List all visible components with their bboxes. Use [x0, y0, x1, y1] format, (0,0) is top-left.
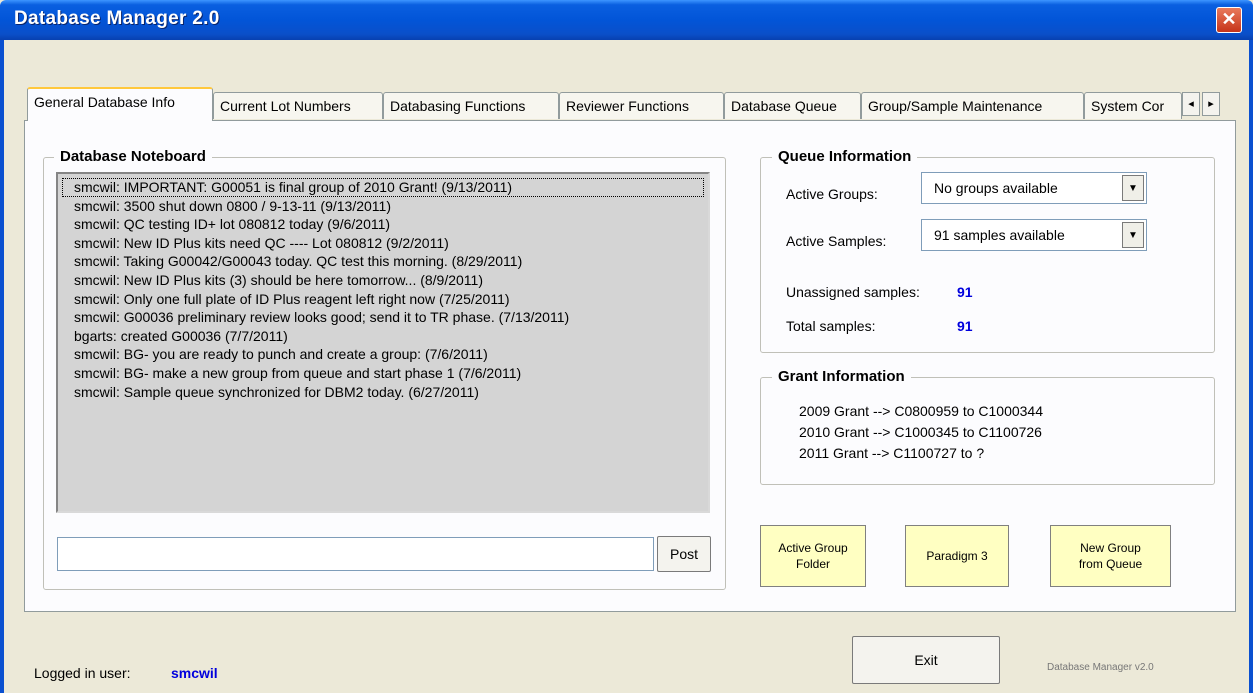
list-item[interactable]: smcwil: BG- you are ready to punch and c…	[58, 345, 708, 364]
list-item[interactable]: smcwil: New ID Plus kits (3) should be h…	[58, 271, 708, 290]
noteboard-list[interactable]: smcwil: IMPORTANT: G00051 is final group…	[56, 172, 710, 513]
list-item[interactable]: smcwil: G00036 preliminary review looks …	[58, 308, 708, 327]
exit-button[interactable]: Exit	[852, 636, 1000, 684]
close-icon[interactable]: ✕	[1216, 7, 1242, 33]
tab-databasing-functions[interactable]: Databasing Functions	[383, 92, 559, 119]
tab-current-lot-numbers[interactable]: Current Lot Numbers	[213, 92, 383, 119]
unassigned-samples-value: 91	[957, 284, 973, 300]
tab-group-sample-maintenance[interactable]: Group/Sample Maintenance	[861, 92, 1084, 119]
grant-line: 2010 Grant --> C1000345 to C1100726	[799, 424, 1042, 440]
window-border-left	[0, 40, 4, 693]
tab-system-config[interactable]: System Cor	[1084, 92, 1182, 119]
post-button[interactable]: Post	[657, 536, 711, 572]
active-group-folder-button[interactable]: Active Group Folder	[760, 525, 866, 587]
tab-database-queue[interactable]: Database Queue	[724, 92, 861, 119]
window-border-right	[1249, 40, 1253, 693]
active-samples-select[interactable]: 91 samples available ▼	[921, 219, 1147, 251]
list-item[interactable]: smcwil: IMPORTANT: G00051 is final group…	[62, 178, 704, 197]
active-samples-label: Active Samples:	[786, 233, 887, 249]
grant-line: 2011 Grant --> C1100727 to ?	[799, 445, 985, 461]
logged-in-label: Logged in user:	[34, 665, 131, 681]
new-group-from-queue-button[interactable]: New Group from Queue	[1050, 525, 1171, 587]
grant-line: 2009 Grant --> C0800959 to C1000344	[799, 403, 1044, 419]
tab-reviewer-functions[interactable]: Reviewer Functions	[559, 92, 724, 119]
noteboard-title: Database Noteboard	[54, 148, 212, 165]
chevron-down-icon[interactable]: ▼	[1122, 222, 1144, 248]
list-item[interactable]: bgarts: created G00036 (7/7/2011)	[58, 327, 708, 346]
grant-info-title: Grant Information	[772, 368, 911, 385]
list-item[interactable]: smcwil: Taking G00042/G00043 today. QC t…	[58, 252, 708, 271]
list-item[interactable]: smcwil: Sample queue synchronized for DB…	[58, 383, 708, 402]
list-item[interactable]: smcwil: 3500 shut down 0800 / 9-13-11 (9…	[58, 197, 708, 216]
paradigm3-button[interactable]: Paradigm 3	[905, 525, 1009, 587]
tab-scroll-left-icon[interactable]: ◂	[1182, 92, 1200, 116]
active-groups-label: Active Groups:	[786, 186, 878, 202]
active-groups-select[interactable]: No groups available ▼	[921, 172, 1147, 204]
chevron-down-icon[interactable]: ▼	[1122, 175, 1144, 201]
note-input[interactable]	[57, 537, 654, 571]
tab-general-database-info[interactable]: General Database Info	[27, 87, 213, 121]
window-title: Database Manager 2.0	[14, 8, 220, 29]
tab-scroll-right-icon[interactable]: ▸	[1202, 92, 1220, 116]
list-item[interactable]: smcwil: BG- make a new group from queue …	[58, 364, 708, 383]
total-samples-label: Total samples:	[786, 318, 876, 334]
unassigned-samples-label: Unassigned samples:	[786, 284, 920, 300]
list-item[interactable]: smcwil: New ID Plus kits need QC ---- Lo…	[58, 234, 708, 253]
active-groups-value: No groups available	[934, 180, 1058, 196]
queue-info-title: Queue Information	[772, 148, 918, 165]
logged-in-user: smcwil	[171, 665, 218, 681]
total-samples-value: 91	[957, 318, 973, 334]
list-item[interactable]: smcwil: QC testing ID+ lot 080812 today …	[58, 215, 708, 234]
list-item[interactable]: smcwil: Only one full plate of ID Plus r…	[58, 290, 708, 309]
active-samples-value: 91 samples available	[934, 227, 1065, 243]
version-label: Database Manager v2.0	[1047, 662, 1154, 673]
